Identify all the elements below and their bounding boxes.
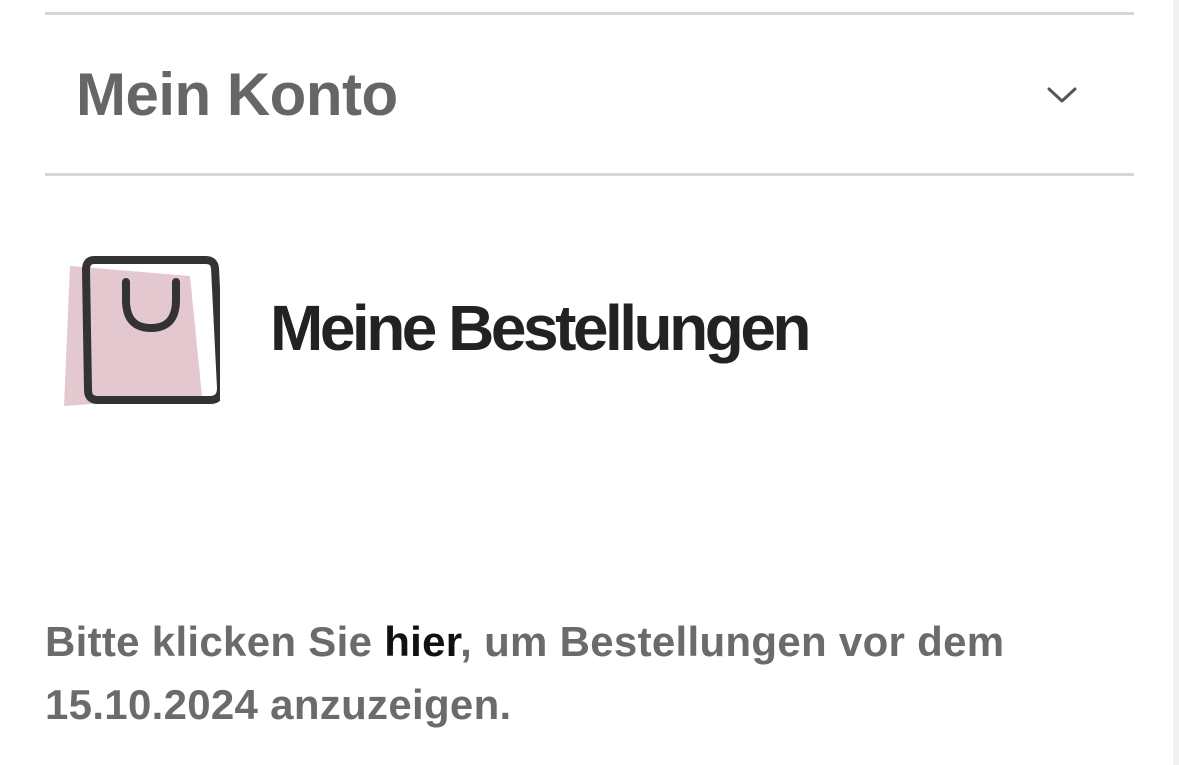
page-edge (1173, 0, 1179, 765)
chevron-down-icon[interactable] (1045, 83, 1079, 107)
orders-section: Meine Bestellungen (45, 240, 1134, 410)
orders-info-text: Bitte klicken Sie hier, um Bestellungen … (45, 610, 1134, 736)
shopping-bag-icon (64, 256, 220, 406)
older-orders-link[interactable]: hier (384, 618, 460, 665)
info-text-before: Bitte klicken Sie (45, 618, 385, 665)
account-accordion[interactable]: Mein Konto (45, 12, 1134, 176)
orders-title: Meine Bestellungen (270, 292, 812, 364)
account-title: Mein Konto (76, 61, 398, 128)
